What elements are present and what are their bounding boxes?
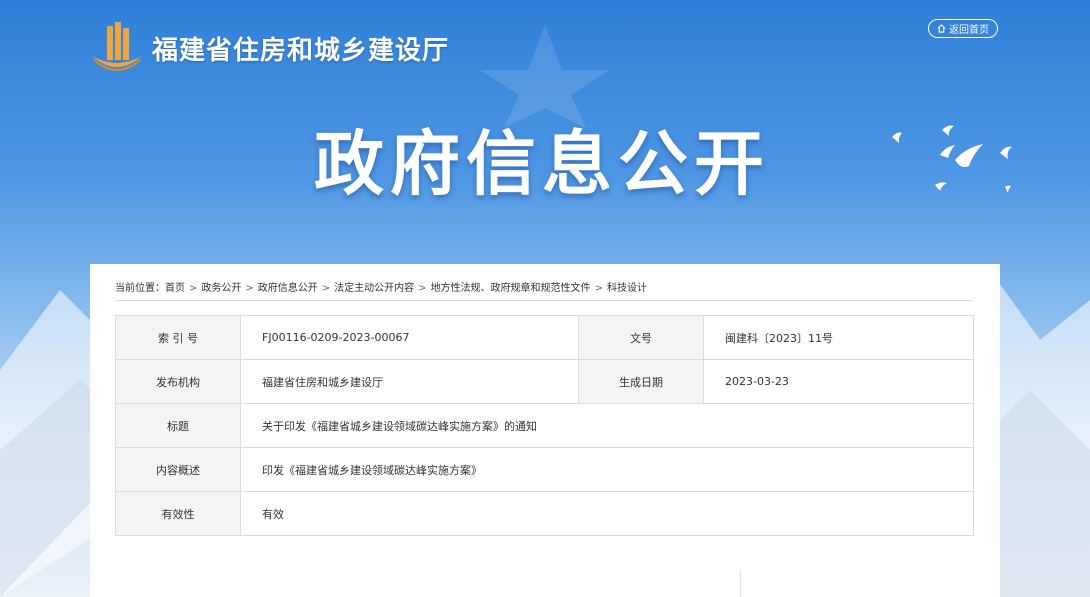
table-row: 内容概述 印发《福建省城乡建设领域碳达峰实施方案》 bbox=[115, 447, 974, 492]
generated-date-value: 2023-03-23 bbox=[703, 359, 974, 404]
breadcrumb: 当前位置： 首页 > 政务公开 > 政府信息公开 > 法定主动公开内容 > 地方… bbox=[115, 278, 973, 301]
publisher-value: 福建省住房和城乡建设厅 bbox=[240, 359, 579, 404]
document-number-value: 闽建科〔2023〕11号 bbox=[703, 315, 974, 360]
return-home-button[interactable]: 返回首页 bbox=[928, 19, 998, 38]
column-divider bbox=[740, 570, 741, 597]
home-icon bbox=[937, 24, 946, 33]
breadcrumb-item-tech-design[interactable]: 科技设计 bbox=[607, 282, 647, 296]
breadcrumb-item-home[interactable]: 首页 bbox=[165, 282, 185, 296]
title-label: 标题 bbox=[115, 403, 241, 448]
index-number-value: FJ00116-0209-2023-00067 bbox=[240, 315, 579, 360]
summary-value: 印发《福建省城乡建设领域碳达峰实施方案》 bbox=[240, 447, 974, 492]
breadcrumb-prefix: 当前位置： bbox=[115, 283, 165, 294]
breadcrumb-separator: > bbox=[418, 283, 427, 294]
publisher-label: 发布机构 bbox=[115, 359, 241, 404]
index-number-label: 索 引 号 bbox=[115, 315, 241, 360]
table-row: 标题 关于印发《福建省城乡建设领域碳达峰实施方案》的通知 bbox=[115, 403, 974, 448]
breadcrumb-separator: > bbox=[321, 283, 331, 294]
document-number-label: 文号 bbox=[578, 315, 704, 360]
return-home-label: 返回首页 bbox=[949, 25, 989, 36]
validity-value: 有效 bbox=[240, 491, 974, 536]
site-title: 福建省住房和城乡建设厅 bbox=[152, 35, 450, 66]
breadcrumb-item-statutory-content[interactable]: 法定主动公开内容 bbox=[334, 282, 414, 296]
breadcrumb-item-gov-affairs[interactable]: 政务公开 bbox=[201, 282, 241, 296]
table-row: 索 引 号 FJ00116-0209-2023-00067 文号 闽建科〔202… bbox=[115, 315, 974, 360]
document-metadata-table: 索 引 号 FJ00116-0209-2023-00067 文号 闽建科〔202… bbox=[115, 315, 974, 536]
table-row: 发布机构 福建省住房和城乡建设厅 生成日期 2023-03-23 bbox=[115, 359, 974, 404]
breadcrumb-item-regulations[interactable]: 地方性法规、政府规章和规范性文件 bbox=[431, 282, 591, 296]
table-row: 有效性 有效 bbox=[115, 491, 974, 536]
title-value: 关于印发《福建省城乡建设领域碳达峰实施方案》的通知 bbox=[240, 403, 974, 448]
building-logo-icon bbox=[92, 22, 142, 71]
doves-decoration bbox=[892, 125, 1012, 193]
breadcrumb-separator: > bbox=[245, 283, 254, 294]
breadcrumb-separator: > bbox=[594, 283, 603, 294]
breadcrumb-item-info-disclosure[interactable]: 政府信息公开 bbox=[258, 282, 318, 296]
generated-date-label: 生成日期 bbox=[578, 359, 704, 404]
content-panel: 当前位置： 首页 > 政务公开 > 政府信息公开 > 法定主动公开内容 > 地方… bbox=[90, 264, 1000, 597]
site-logo[interactable]: 福建省住房和城乡建设厅 bbox=[88, 20, 449, 76]
validity-label: 有效性 bbox=[115, 491, 241, 536]
summary-label: 内容概述 bbox=[115, 447, 241, 492]
breadcrumb-separator: > bbox=[189, 283, 198, 294]
